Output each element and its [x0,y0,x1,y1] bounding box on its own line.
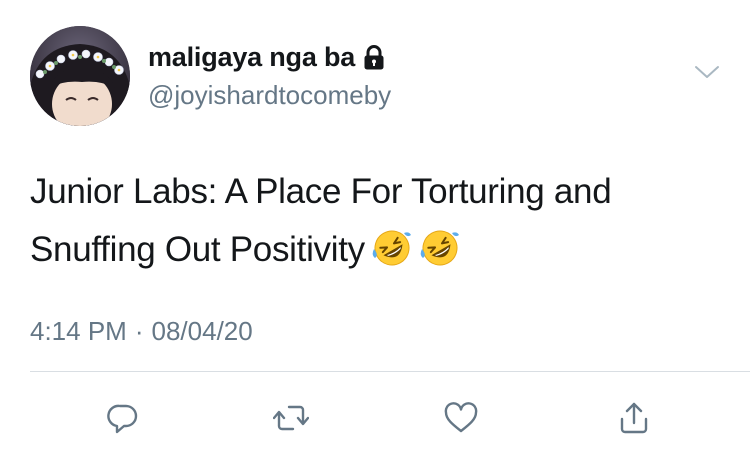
tweet-time: 4:14 PM [30,316,127,346]
heart-icon [444,402,478,433]
rolling-on-floor-laughing-emoji [371,227,413,269]
divider [30,371,750,372]
tweet-date: 08/04/20 [151,316,253,346]
share-button[interactable] [609,393,659,443]
tweet-text-content: Junior Labs: A Place For Torturing and S… [30,172,612,269]
retweet-icon [273,405,309,431]
avatar-image [30,26,130,126]
reply-button[interactable] [98,393,148,443]
retweet-button[interactable] [266,393,316,443]
chevron-down-icon[interactable] [692,62,722,82]
like-button[interactable] [436,393,486,443]
name-row: maligaya nga ba [148,42,385,73]
display-name[interactable]: maligaya nga ba [148,42,355,73]
tweet-card: maligaya nga ba @joyishardtocomeby Junio… [0,0,750,461]
rolling-on-floor-laughing-emoji [419,227,461,269]
meta-separator: · [134,316,144,346]
action-bar [0,393,750,443]
timestamp[interactable]: 4:14 PM · 08/04/20 [30,316,253,347]
tweet-text: Junior Labs: A Place For Torturing and S… [30,163,730,279]
avatar[interactable] [30,26,130,126]
user-handle[interactable]: @joyishardtocomeby [148,80,391,111]
lock-icon [363,44,385,71]
share-icon [620,402,648,434]
reply-icon [107,404,138,434]
